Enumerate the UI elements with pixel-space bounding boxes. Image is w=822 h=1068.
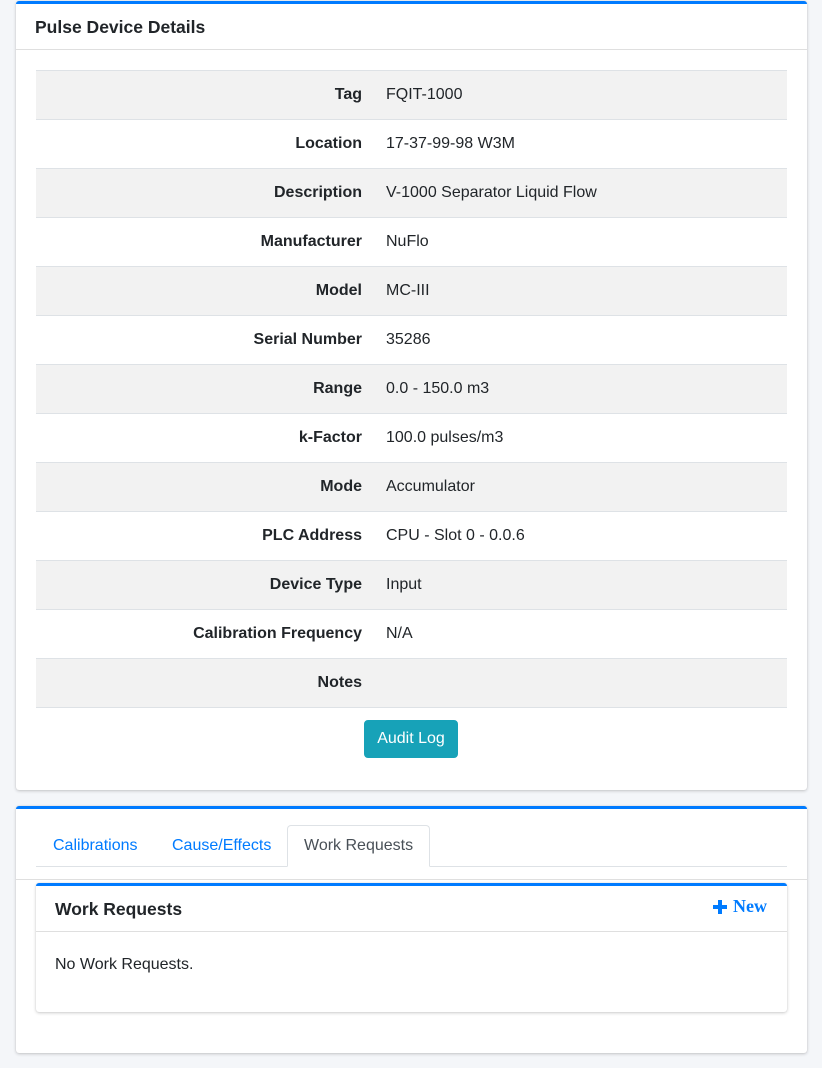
new-button-label: New [733,896,767,916]
tab-cause-effects[interactable]: Cause/Effects [155,825,288,867]
plus-icon [713,899,727,914]
table-row: k-Factor 100.0 pulses/m3 [36,413,787,463]
empty-message: No Work Requests. [55,956,194,973]
row-label: Serial Number [36,315,374,365]
row-label: k-Factor [36,413,374,463]
tab-content-divider [16,879,807,880]
row-label: Range [36,364,374,414]
table-row: Notes [36,658,787,708]
row-value: N/A [374,609,787,659]
row-value: MC-III [374,266,787,316]
row-label: Model [36,266,374,316]
table-row: PLC Address CPU - Slot 0 - 0.0.6 [36,511,787,561]
row-value: 17-37-99-98 W3M [374,119,787,169]
row-value: FQIT-1000 [374,70,787,120]
row-label: Manufacturer [36,217,374,267]
row-label: PLC Address [36,511,374,561]
row-value: Input [374,560,787,610]
table-row: Serial Number 35286 [36,315,787,365]
device-details-header: Pulse Device Details [16,4,807,50]
table-row: Tag FQIT-1000 [36,70,787,120]
row-value [374,658,787,708]
table-row: Device Type Input [36,560,787,610]
row-label: Mode [36,462,374,512]
table-row: Calibration Frequency N/A [36,609,787,659]
row-value: 100.0 pulses/m3 [374,413,787,463]
tab-calibrations[interactable]: Calibrations [36,825,154,867]
work-requests-card: Work Requests New No Work Requests. [36,883,787,1012]
row-label: Tag [36,70,374,120]
table-row: Mode Accumulator [36,462,787,512]
table-row: Description V-1000 Separator Liquid Flow [36,168,787,218]
device-details-title: Pulse Device Details [35,17,206,37]
row-label: Location [36,119,374,169]
table-row: Location 17-37-99-98 W3M [36,119,787,169]
row-label: Calibration Frequency [36,609,374,659]
related-items-card: Calibrations Cause/Effects Work Requests… [16,806,807,1053]
row-label: Notes [36,658,374,708]
row-label: Description [36,168,374,218]
row-value: CPU - Slot 0 - 0.0.6 [374,511,787,561]
table-row: Range 0.0 - 150.0 m3 [36,364,787,414]
work-requests-body: No Work Requests. [36,932,787,998]
row-value: V-1000 Separator Liquid Flow [374,168,787,218]
tab-work-requests[interactable]: Work Requests [287,825,431,867]
row-value: 35286 [374,315,787,365]
table-row: Model MC-III [36,266,787,316]
device-details-card: Pulse Device Details Tag FQIT-1000 Locat… [16,1,807,790]
audit-log-button[interactable]: Audit Log [364,720,458,758]
table-row: Manufacturer NuFlo [36,217,787,267]
device-details-table: Tag FQIT-1000 Location 17-37-99-98 W3M D… [36,70,787,708]
row-value: 0.0 - 150.0 m3 [374,364,787,414]
new-work-request-button[interactable]: New [713,896,767,917]
row-value: NuFlo [374,217,787,267]
work-requests-title: Work Requests [55,899,183,919]
tab-bar: Calibrations Cause/Effects Work Requests [36,825,787,867]
row-label: Device Type [36,560,374,610]
row-value: Accumulator [374,462,787,512]
work-requests-header: Work Requests New [36,886,787,932]
